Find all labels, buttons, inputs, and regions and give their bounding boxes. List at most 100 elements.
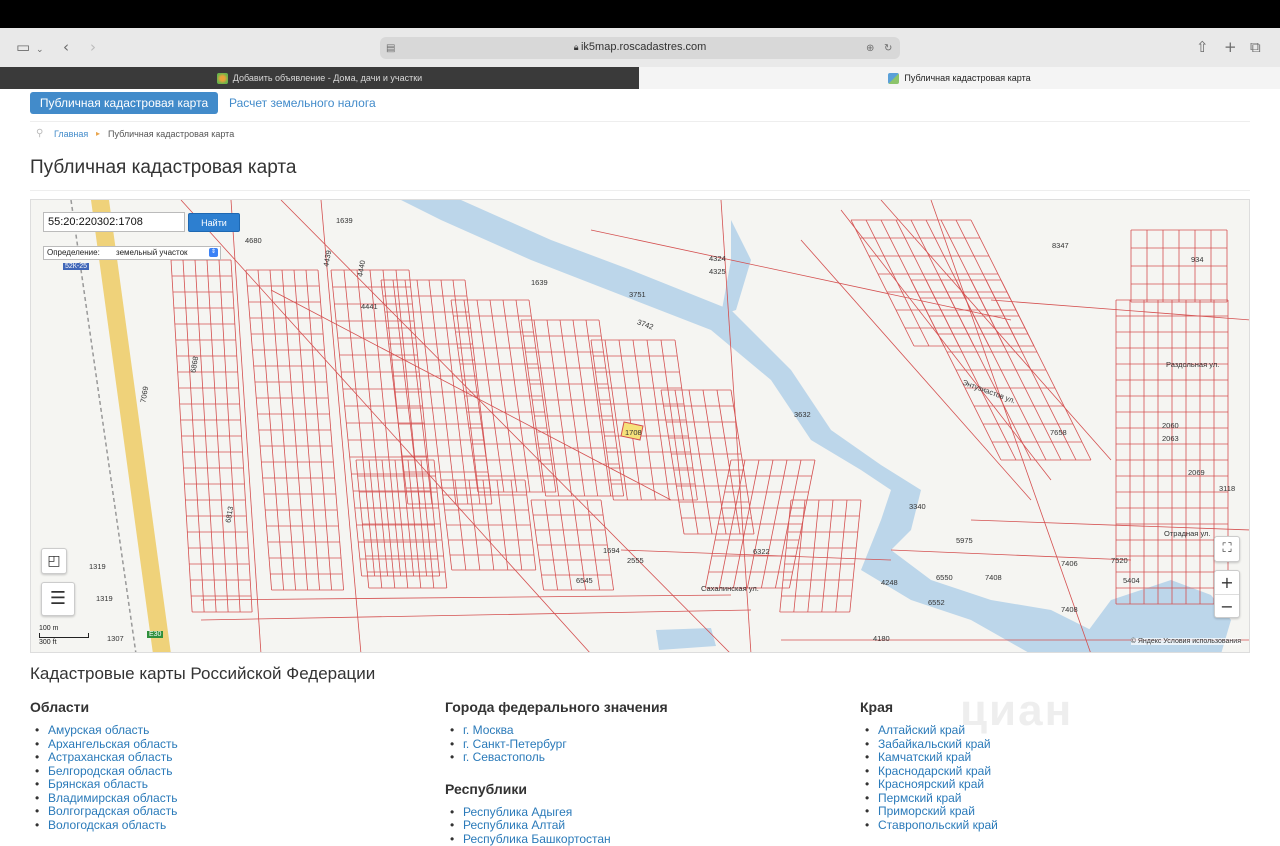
parcel-boundary: [991, 300, 1250, 320]
republic-link[interactable]: Республика Алтай: [445, 819, 668, 833]
breadcrumb-separator-icon: ▸: [96, 122, 100, 146]
tab-title: Добавить объявление - Дома, дачи и участ…: [233, 73, 422, 83]
select-arrow-icon: ⇕: [209, 248, 218, 257]
region-link[interactable]: Брянская область: [30, 778, 178, 792]
republic-link[interactable]: Республика Адыгея: [445, 806, 668, 820]
parcel-boundary: [822, 500, 833, 612]
cadastral-number-input[interactable]: [43, 212, 185, 232]
krai-list: Алтайский край Забайкальский край Камчат…: [860, 724, 998, 832]
translate-icon[interactable]: ⊕: [866, 40, 874, 58]
selected-parcel-label: 1708: [625, 428, 642, 437]
map-label: 4680: [245, 236, 262, 245]
krai-link[interactable]: Камчатский край: [860, 751, 998, 765]
zoom-in-button[interactable]: +: [1215, 571, 1239, 594]
map-label: 1694: [603, 546, 620, 555]
new-tab-icon[interactable]: +: [1224, 38, 1237, 56]
region-link[interactable]: Волгоградская область: [30, 805, 178, 819]
map-label: 1639: [531, 278, 548, 287]
find-button[interactable]: Найти: [188, 213, 240, 232]
map-label: 1307: [107, 634, 124, 643]
parcel-boundary: [271, 290, 671, 500]
map-label: 5404: [1123, 576, 1140, 585]
krai-link[interactable]: Красноярский край: [860, 778, 998, 792]
region-link[interactable]: Астраханская область: [30, 751, 178, 765]
krai-link[interactable]: Ставропольский край: [860, 819, 998, 833]
search-panel: Найти: [43, 212, 243, 236]
reload-icon[interactable]: ↻: [884, 40, 892, 58]
region-link[interactable]: Вологодская область: [30, 819, 178, 833]
river: [401, 200, 1131, 653]
krai-heading: Края: [860, 699, 998, 715]
definition-select[interactable]: Определение: земельный участок⇕: [43, 246, 221, 260]
oblasti-list: Амурская область Архангельская область А…: [30, 724, 178, 832]
cadastral-map[interactable]: Найти Определение: земельный участок⇕ 52…: [30, 199, 1250, 653]
scale-feet: 300 ft: [39, 638, 89, 647]
street-label: Сахалинская ул.: [701, 584, 759, 593]
krai-link[interactable]: Приморский край: [860, 805, 998, 819]
region-link[interactable]: Архангельская область: [30, 738, 178, 752]
city-link[interactable]: г. Севастополь: [445, 751, 668, 765]
parcel-boundary: [891, 550, 1131, 560]
city-link[interactable]: г. Москва: [445, 724, 668, 738]
region-link[interactable]: Белгородская область: [30, 765, 178, 779]
republics-heading: Республики: [445, 781, 668, 797]
cities-list: г. Москва г. Санкт-Петербург г. Севастоп…: [445, 724, 668, 765]
address-bar[interactable]: ▤ 🔒︎ ik5map.roscadastres.com ⊕ ↻: [380, 37, 900, 59]
map-label: 4248: [881, 578, 898, 587]
ruler-tool-button[interactable]: ◰: [41, 548, 67, 574]
forward-icon[interactable]: ›: [90, 38, 96, 56]
parcel-boundary: [850, 500, 861, 612]
republic-link[interactable]: Республика Башкортостан: [445, 833, 668, 846]
scale-bar: 100 m 300 ft: [39, 624, 89, 647]
krai-link[interactable]: Пермский край: [860, 792, 998, 806]
definition-value-select[interactable]: земельный участок⇕: [114, 247, 219, 259]
map-label: 3632: [794, 410, 811, 419]
map-label: 7408: [985, 573, 1002, 582]
map-label: 1319: [89, 562, 106, 571]
region-link[interactable]: Владимирская область: [30, 792, 178, 806]
republics-list: Республика Адыгея Республика Алтай Респу…: [445, 806, 668, 846]
map-label: 3340: [909, 502, 926, 511]
layers-button[interactable]: ☰: [41, 582, 75, 616]
parcel-boundary: [281, 200, 731, 653]
tabs-overview-icon[interactable]: ⧉: [1250, 38, 1261, 56]
city-link[interactable]: г. Санкт-Петербург: [445, 738, 668, 752]
breadcrumb-home[interactable]: Главная: [54, 122, 88, 146]
parcel-boundary: [181, 200, 591, 653]
krai-link[interactable]: Забайкальский край: [860, 738, 998, 752]
fullscreen-button[interactable]: ⛶: [1214, 536, 1240, 562]
tab-cadastral-map[interactable]: Публичная кадастровая карта: [639, 67, 1280, 89]
krai-link[interactable]: Алтайский край: [860, 724, 998, 738]
map-label: 3118: [1219, 484, 1235, 493]
back-icon[interactable]: ‹: [63, 38, 69, 56]
sidebar-icon[interactable]: ▭: [16, 38, 30, 56]
chevron-down-icon[interactable]: ⌄: [36, 41, 44, 59]
map-label: 4180: [873, 634, 890, 643]
tab-add-listing[interactable]: Добавить объявление - Дома, дачи и участ…: [0, 67, 639, 89]
breadcrumb: ⚲ Главная ▸ Публичная кадастровая карта: [30, 121, 1250, 145]
parcel-boundary: [586, 320, 611, 496]
nav-cadastral-map[interactable]: Публичная кадастровая карта: [30, 92, 218, 114]
map-label: 7408: [1061, 605, 1078, 614]
map-label: 7520: [1111, 556, 1128, 565]
pond: [656, 628, 716, 650]
map-canvas[interactable]: [31, 200, 1250, 653]
map-label: 1319: [96, 594, 113, 603]
url-text: 🔒︎ ik5map.roscadastres.com: [380, 41, 900, 53]
parcel-boundary: [703, 390, 726, 534]
share-icon[interactable]: ⇧: [1196, 38, 1209, 56]
parcel-boundary: [321, 200, 361, 653]
parcel-boundary: [573, 320, 598, 496]
tab-bar: Добавить объявление - Дома, дачи и участ…: [0, 67, 1280, 89]
divider: [30, 190, 1250, 191]
cities-heading: Города федерального значения: [445, 699, 668, 715]
zoom-out-button[interactable]: −: [1215, 594, 1239, 618]
cian-favicon-icon: [217, 73, 228, 84]
parcel-boundary: [866, 220, 929, 346]
map-label: 8347: [1052, 241, 1069, 250]
map-attribution[interactable]: © Яндекс Условия использования: [1131, 638, 1241, 645]
region-link[interactable]: Амурская область: [30, 724, 178, 738]
parcel-boundary: [201, 610, 751, 620]
nav-land-tax[interactable]: Расчет земельного налога: [229, 96, 376, 110]
krai-link[interactable]: Краснодарский край: [860, 765, 998, 779]
